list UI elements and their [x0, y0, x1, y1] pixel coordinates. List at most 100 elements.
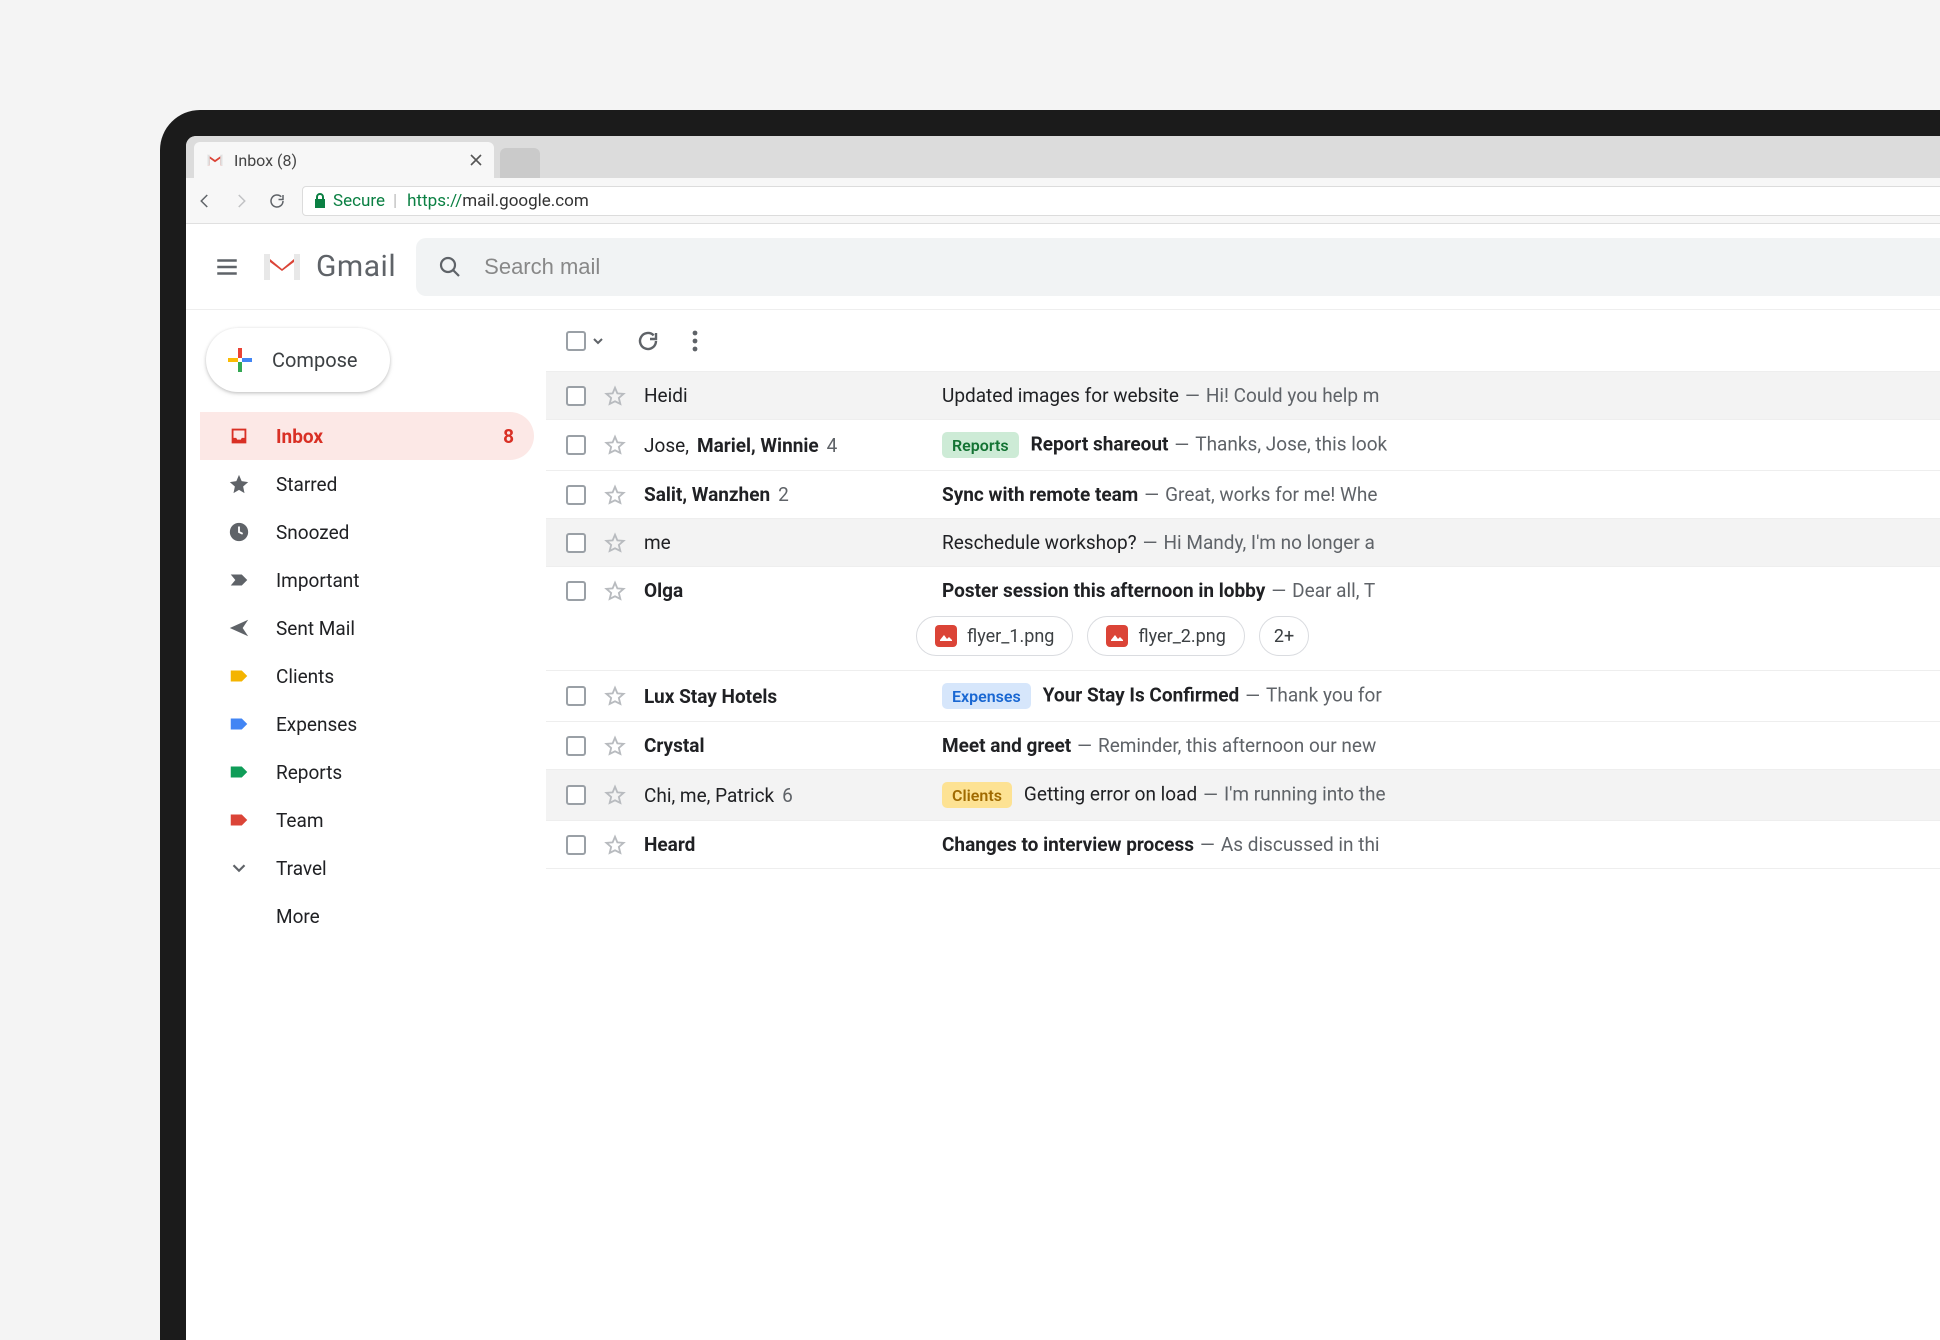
search-icon — [438, 255, 462, 279]
mail-row[interactable]: CrystalMeet and greet—Reminder, this aft… — [546, 722, 1940, 770]
row-subject: Reschedule workshop?—Hi Mandy, I'm no lo… — [942, 531, 1940, 554]
browser-tab[interactable]: Inbox (8) — [194, 142, 494, 178]
mail-row[interactable]: Olga Poster session this afternoon in lob… — [546, 567, 1940, 614]
nav-label: Inbox — [276, 425, 323, 448]
label-icon — [228, 761, 250, 783]
row-star-icon[interactable] — [604, 434, 626, 456]
attachment-overflow-chip[interactable]: 2+ — [1259, 616, 1309, 656]
chevron-down-icon — [592, 335, 604, 347]
sidebar-nav: Inbox 8 Starred — [200, 412, 534, 940]
reload-icon[interactable] — [268, 192, 286, 210]
row-star-icon[interactable] — [604, 784, 626, 806]
attachment-row: flyer_1.png flyer_2.png 2+ — [546, 614, 1940, 671]
label-icon — [228, 809, 250, 831]
more-icon[interactable] — [692, 330, 698, 352]
attachment-chip[interactable]: flyer_1.png — [916, 616, 1073, 656]
nav-label: More — [276, 905, 320, 928]
attachment-chip[interactable]: flyer_2.png — [1087, 616, 1244, 656]
row-sender: Heard — [644, 833, 924, 856]
row-subject: Sync with remote team—Great, works for m… — [942, 483, 1940, 506]
sidebar: Compose Inbox 8 — [186, 310, 546, 1340]
row-star-icon[interactable] — [604, 685, 626, 707]
nav-snoozed[interactable]: Snoozed — [200, 508, 534, 556]
row-sender: me — [644, 531, 924, 554]
label-icon — [228, 665, 250, 687]
nav-label-expenses[interactable]: Expenses — [200, 700, 534, 748]
url-field[interactable]: Secure | https://mail.google.com — [302, 186, 1940, 216]
nav-inbox[interactable]: Inbox 8 — [200, 412, 534, 460]
clock-icon — [228, 521, 250, 543]
mail-row[interactable]: Lux Stay HotelsExpensesYour Stay Is Conf… — [546, 671, 1940, 722]
row-star-icon[interactable] — [604, 484, 626, 506]
browser-nav-controls — [196, 192, 286, 210]
search-bar[interactable] — [416, 238, 1940, 296]
nav-label: Snoozed — [276, 521, 349, 544]
nav-label: Starred — [276, 473, 337, 496]
row-star-icon[interactable] — [604, 580, 626, 602]
lock-icon — [313, 193, 327, 209]
mail-row[interactable]: HeidiUpdated images for website—Hi! Coul… — [546, 372, 1940, 420]
secure-badge: Secure | — [313, 191, 399, 211]
compose-label: Compose — [272, 348, 358, 372]
row-star-icon[interactable] — [604, 735, 626, 757]
row-checkbox[interactable] — [566, 686, 586, 706]
nav-label: Expenses — [276, 713, 357, 736]
main-menu-icon[interactable] — [214, 254, 240, 280]
nav-sent[interactable]: Sent Mail — [200, 604, 534, 652]
row-checkbox[interactable] — [566, 785, 586, 805]
select-all-checkbox[interactable] — [566, 331, 604, 351]
nav-label-team[interactable]: Team — [200, 796, 534, 844]
row-sender: Olga — [644, 579, 924, 602]
nav-travel[interactable]: Travel — [200, 844, 534, 892]
row-star-icon[interactable] — [604, 385, 626, 407]
plus-icon — [226, 346, 254, 374]
refresh-icon[interactable] — [636, 329, 660, 353]
search-input[interactable] — [484, 254, 1930, 280]
tab-close-icon[interactable] — [470, 154, 482, 166]
mail-row[interactable]: Jose, Mariel, Winnie4ReportsReport share… — [546, 420, 1940, 471]
gmail-logo[interactable]: Gmail — [260, 249, 396, 284]
gmail-logo-text: Gmail — [316, 249, 396, 284]
nav-count: 8 — [503, 425, 514, 448]
category-tag[interactable]: Clients — [942, 782, 1012, 808]
row-checkbox[interactable] — [566, 736, 586, 756]
row-subject: ReportsReport shareout—Thanks, Jose, thi… — [942, 432, 1940, 458]
nav-label: Team — [276, 809, 324, 832]
row-checkbox[interactable] — [566, 533, 586, 553]
browser-tab-title: Inbox (8) — [234, 151, 297, 170]
mail-row[interactable]: Salit, Wanzhen2 Sync with remote team—Gre… — [546, 471, 1940, 519]
important-icon — [228, 569, 250, 591]
send-icon — [228, 617, 250, 639]
star-icon — [228, 473, 250, 495]
nav-important[interactable]: Important — [200, 556, 534, 604]
nav-label: Important — [276, 569, 360, 592]
nav-label: Clients — [276, 665, 334, 688]
mail-row[interactable]: Chi, me, Patrick6ClientsGetting error on… — [546, 770, 1940, 821]
row-sender: Heidi — [644, 384, 924, 407]
row-sender: Salit, Wanzhen2 — [644, 483, 924, 506]
label-icon — [228, 713, 250, 735]
compose-button[interactable]: Compose — [206, 328, 390, 392]
row-subject: Poster session this afternoon in lobby—D… — [942, 579, 1940, 602]
nav-starred[interactable]: Starred — [200, 460, 534, 508]
category-tag[interactable]: Expenses — [942, 683, 1031, 709]
device-bezel: Inbox (8) — [160, 110, 1940, 1340]
gmail-logo-icon — [260, 250, 304, 284]
row-sender: Chi, me, Patrick6 — [644, 784, 924, 807]
row-star-icon[interactable] — [604, 532, 626, 554]
row-checkbox[interactable] — [566, 386, 586, 406]
row-checkbox[interactable] — [566, 485, 586, 505]
row-checkbox[interactable] — [566, 435, 586, 455]
mail-row[interactable]: me Reschedule workshop?—Hi Mandy, I'm no … — [546, 519, 1940, 567]
row-sender: Lux Stay Hotels — [644, 685, 924, 708]
nav-label-clients[interactable]: Clients — [200, 652, 534, 700]
back-icon[interactable] — [196, 192, 214, 210]
nav-more[interactable]: More — [200, 892, 534, 940]
row-star-icon[interactable] — [604, 834, 626, 856]
nav-label-reports[interactable]: Reports — [200, 748, 534, 796]
new-tab-button[interactable] — [500, 148, 540, 178]
row-checkbox[interactable] — [566, 835, 586, 855]
category-tag[interactable]: Reports — [942, 432, 1019, 458]
row-checkbox[interactable] — [566, 581, 586, 601]
mail-row[interactable]: HeardChanges to interview process—As dis… — [546, 821, 1940, 869]
